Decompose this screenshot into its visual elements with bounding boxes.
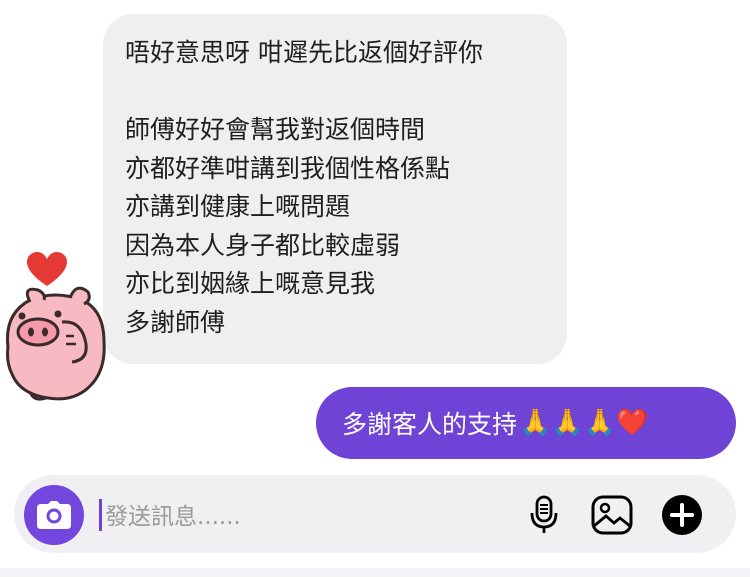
plus-icon: [662, 495, 702, 535]
camera-icon: [37, 501, 71, 529]
text-caret: [99, 499, 102, 531]
microphone-icon: [530, 495, 558, 533]
message-line: 唔好意思呀 咁遲先比返個好評你: [125, 38, 483, 67]
message-line: 多謝師傅: [125, 307, 226, 337]
message-line: 師傅好好會幫我對返個時間: [125, 115, 426, 144]
message-line: [125, 73, 545, 112]
bottom-divider: [0, 568, 750, 577]
heart-reaction-icon[interactable]: [26, 252, 68, 288]
more-button[interactable]: [660, 493, 704, 537]
message-line: 亦講到健康上嘅問題: [125, 192, 351, 221]
voice-message-button[interactable]: [522, 493, 566, 537]
incoming-message-bubble[interactable]: 唔好意思呀 咁遲先比返個好評你 師傅好好會幫我對返個時間 亦都好準咁講到我個性格…: [103, 14, 567, 364]
prayer-hands-heart-emojis: 🙏🙏🙏❤️: [519, 408, 649, 438]
outgoing-message-bubble[interactable]: 多謝客人的支持 🙏🙏🙏❤️: [316, 387, 736, 459]
message-input[interactable]: 發送訊息......: [105, 497, 241, 531]
message-line: 亦比到姻緣上嘅意見我: [125, 269, 376, 298]
image-icon: [591, 495, 633, 535]
camera-button[interactable]: [24, 485, 84, 545]
outgoing-message-text: 多謝客人的支持: [342, 410, 518, 439]
message-line: 因為本人身子都比較虛弱: [125, 230, 401, 260]
message-line: 亦都好準咁講到我個性格係點: [125, 153, 451, 183]
message-composer: 發送訊息......: [14, 475, 736, 553]
gallery-button[interactable]: [590, 493, 634, 537]
